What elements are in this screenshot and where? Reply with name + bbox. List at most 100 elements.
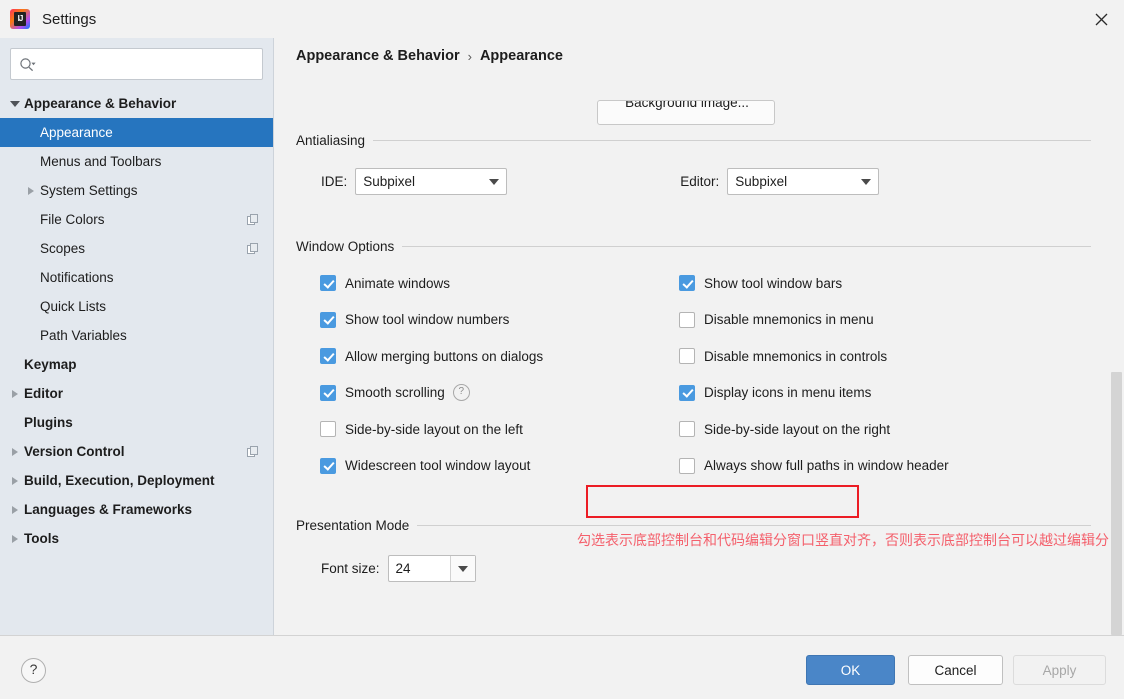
checkbox-row-always-show-full-paths-in-window-header[interactable]: Always show full paths in window header: [679, 455, 949, 477]
background-image-button-label: Background image...: [625, 100, 749, 110]
chevron-right-icon[interactable]: [6, 447, 24, 456]
window-title: Settings: [42, 10, 97, 28]
checkbox-label: Disable mnemonics in controls: [704, 348, 888, 364]
checkbox-row-display-icons-in-menu-items[interactable]: Display icons in menu items: [679, 382, 871, 404]
antialiasing-section: Antialiasing IDE: Subpixel Editor: Subpi…: [296, 131, 1091, 195]
sidebar-item-version-control[interactable]: Version Control: [0, 437, 273, 466]
breadcrumb-root[interactable]: Appearance & Behavior: [296, 48, 460, 64]
sidebar-item-languages-frameworks[interactable]: Languages & Frameworks: [0, 495, 273, 524]
chevron-right-icon[interactable]: [6, 505, 24, 514]
checkbox-label: Allow merging buttons on dialogs: [345, 348, 544, 364]
sidebar-item-file-colors[interactable]: File Colors: [0, 205, 273, 234]
checkbox-checked-icon[interactable]: [320, 311, 336, 328]
settings-tree: Appearance & Behavior Appearance Menus and…: [0, 89, 273, 553]
sidebar-item-path-variables[interactable]: Path Variables: [0, 321, 273, 350]
sidebar-item-system-settings[interactable]: System Settings: [0, 176, 273, 205]
section-divider: [417, 524, 1091, 526]
chevron-down-icon[interactable]: [449, 556, 475, 581]
chevron-right-icon[interactable]: [22, 186, 40, 195]
checkbox-unchecked-icon[interactable]: [679, 457, 695, 474]
sidebar-item-label: Tools: [24, 531, 59, 546]
sidebar-item-keymap[interactable]: Keymap: [0, 350, 273, 379]
checkbox-row-side-by-side-layout-on-the-right[interactable]: Side-by-side layout on the right: [679, 418, 890, 440]
search-wrapper: [0, 38, 273, 80]
content-scrollbar[interactable]: [1109, 38, 1124, 635]
checkbox-row-side-by-side-layout-on-the-left[interactable]: Side-by-side layout on the left: [320, 418, 523, 440]
checkbox-row-widescreen-tool-window-layout[interactable]: Widescreen tool window layout: [320, 455, 530, 477]
help-button[interactable]: ?: [21, 658, 46, 683]
checkbox-unchecked-icon[interactable]: [320, 421, 336, 437]
checkbox-row-allow-merging-buttons-on-dialogs[interactable]: Allow merging buttons on dialogs: [320, 345, 543, 367]
chevron-down-icon[interactable]: [6, 100, 24, 107]
checkbox-unchecked-icon[interactable]: [679, 421, 695, 437]
chevron-right-icon[interactable]: [6, 534, 24, 543]
checkbox-label: Show tool window numbers: [345, 312, 510, 327]
search-input[interactable]: [36, 51, 262, 77]
ide-antialiasing-label: IDE:: [321, 174, 348, 189]
checkbox-checked-icon[interactable]: [679, 384, 695, 401]
checkbox-row-show-tool-window-numbers[interactable]: Show tool window numbers: [320, 309, 509, 331]
sidebar-item-label: Scopes: [40, 241, 86, 256]
sidebar-item-label: Build, Execution, Deployment: [24, 473, 215, 488]
antialiasing-row: IDE: Subpixel Editor: Subpixel: [296, 168, 1091, 195]
sidebar-item-menus-and-toolbars[interactable]: Menus and Toolbars: [0, 147, 273, 176]
editor-antialiasing-value: Subpixel: [735, 174, 788, 189]
background-image-button[interactable]: Background image...: [597, 100, 775, 125]
settings-content: Appearance & Behavior › Appearance Backg…: [275, 38, 1124, 635]
font-size-value: 24: [395, 561, 411, 576]
font-size-select[interactable]: 24: [387, 555, 476, 582]
antialiasing-title: Antialiasing: [296, 132, 366, 148]
checkbox-checked-icon[interactable]: [320, 384, 336, 401]
close-icon[interactable]: [1078, 0, 1124, 38]
sidebar-item-editor[interactable]: Editor: [0, 379, 273, 408]
presentation-mode-header: Presentation Mode: [296, 516, 1091, 534]
cancel-button[interactable]: Cancel: [908, 655, 1003, 685]
checkbox-label: Animate windows: [345, 275, 451, 291]
checkbox-label: Display icons in menu items: [704, 385, 872, 400]
editor-antialiasing-select[interactable]: Subpixel: [727, 168, 880, 195]
sidebar-item-appearance-behavior[interactable]: Appearance & Behavior: [0, 89, 273, 118]
checkbox-checked-icon[interactable]: [320, 348, 336, 364]
sidebar-item-label: Notifications: [40, 270, 114, 285]
intellij-logo-icon: IJ: [10, 9, 30, 29]
checkbox-row-disable-mnemonics-in-menu[interactable]: Disable mnemonics in menu: [679, 309, 874, 331]
checkbox-checked-icon[interactable]: [320, 275, 336, 291]
font-size-label: Font size:: [321, 561, 380, 576]
chevron-right-icon[interactable]: [6, 476, 24, 485]
sidebar-item-label: Menus and Toolbars: [40, 154, 162, 169]
checkbox-checked-icon[interactable]: [320, 457, 336, 474]
sidebar-item-scopes[interactable]: Scopes: [0, 234, 273, 263]
sidebar-item-label: Appearance & Behavior: [24, 96, 177, 111]
ok-button[interactable]: OK: [806, 655, 895, 685]
checkbox-label: Smooth scrolling: [345, 385, 445, 400]
ide-antialiasing-select[interactable]: Subpixel: [355, 168, 508, 195]
sidebar-item-quick-lists[interactable]: Quick Lists: [0, 292, 273, 321]
checkbox-label: Show tool window bars: [704, 275, 843, 291]
presentation-mode-title: Presentation Mode: [296, 517, 410, 533]
sidebar-item-label: Appearance: [40, 125, 113, 140]
sidebar-item-tools[interactable]: Tools: [0, 524, 273, 553]
presentation-mode-section: Presentation Mode Font size: 24: [296, 516, 1091, 582]
apply-button[interactable]: Apply: [1013, 655, 1106, 685]
checkbox-row-show-tool-window-bars[interactable]: Show tool window bars: [679, 272, 842, 294]
sidebar-item-build-execution-deployment[interactable]: Build, Execution, Deployment: [0, 466, 273, 495]
settings-sidebar: Appearance & Behavior Appearance Menus and…: [0, 38, 274, 635]
checkbox-checked-icon[interactable]: [679, 275, 695, 291]
search-box[interactable]: [10, 48, 263, 80]
checkbox-row-animate-windows[interactable]: Animate windows: [320, 272, 450, 294]
chevron-right-icon[interactable]: [6, 389, 24, 398]
help-circle-icon[interactable]: ?: [452, 384, 470, 401]
window-titlebar: IJ Settings: [0, 0, 1124, 38]
checkbox-unchecked-icon[interactable]: [679, 348, 695, 364]
sidebar-item-notifications[interactable]: Notifications: [0, 263, 273, 292]
section-divider: [402, 245, 1091, 247]
sidebar-item-appearance[interactable]: Appearance: [0, 118, 273, 147]
window-options-title: Window Options: [296, 238, 395, 254]
checkbox-unchecked-icon[interactable]: [679, 311, 695, 328]
sidebar-item-plugins[interactable]: Plugins: [0, 408, 273, 437]
settings-dialog: IJ Settings Appearance & Behavior Appear…: [0, 0, 1124, 699]
widescreen-highlight-annotation: [586, 485, 859, 518]
checkbox-row-smooth-scrolling[interactable]: Smooth scrolling?: [320, 382, 470, 404]
checkbox-row-disable-mnemonics-in-controls[interactable]: Disable mnemonics in controls: [679, 345, 887, 367]
scrollbar-thumb[interactable]: [1111, 372, 1122, 635]
